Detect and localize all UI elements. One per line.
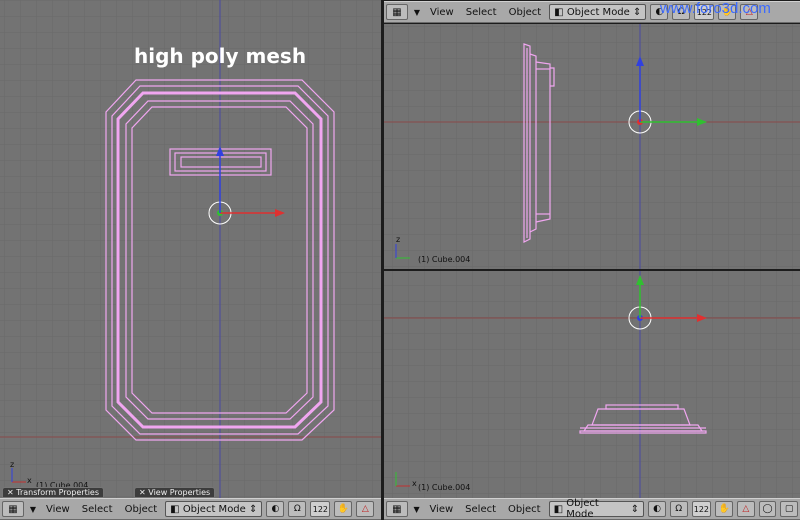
side-view-canvas [384,24,800,269]
menu-object[interactable]: Object [121,501,162,517]
view-properties-tab[interactable]: ✕ View Properties [134,487,216,498]
menu-object[interactable]: Object [504,501,545,517]
object-mode-icon: ◧ [553,503,567,515]
overlay-title: high poly mesh [134,44,307,68]
draw-type-icon[interactable]: ◐ [648,501,666,517]
square-icon[interactable]: ▢ [780,501,799,517]
mode-select[interactable]: ◧ Object Mode ⇕ [548,498,645,520]
manipulator-icon[interactable]: △ [356,501,375,517]
draw-type-icon[interactable]: ◐ [266,501,285,517]
mode-label: Object Mode [566,498,599,520]
grid-icon[interactable]: ▦ [386,501,408,517]
axis-z-label: z [396,235,401,244]
axis-x-label: x [412,479,417,488]
viewport-side[interactable]: z (1) Cube.004 [384,24,800,269]
menu-view[interactable]: View [426,4,458,20]
object-mode-icon: ◧ [554,6,567,18]
circle-icon[interactable]: ◯ [758,501,777,517]
viewport-top[interactable]: x (1) Cube.004 [384,271,800,498]
header-top: ▦ ▼ View Select Object ◧ Object Mode ⇕ ◐… [384,498,800,520]
updown-icon: ⇕ [627,503,640,515]
transform-properties-tab[interactable]: ✕ Transform Properties [2,487,105,498]
front-view-canvas [0,0,381,498]
hand-icon[interactable]: ✋ [334,501,353,517]
object-label-top: (1) Cube.004 [418,483,471,492]
panel-tabs: ✕ Transform Properties ✕ View Properties [2,487,217,498]
triangle-down-icon[interactable]: ▼ [412,4,422,20]
mode-label: Object Mode [566,6,630,18]
grid-icon[interactable]: ▦ [2,501,24,517]
axis-z-label: z [10,460,15,469]
menu-view[interactable]: View [425,501,457,517]
menu-view[interactable]: View [42,501,74,517]
hand-icon[interactable]: ✋ [715,501,733,517]
mode-select[interactable]: ◧ Object Mode ⇕ [165,501,263,517]
menu-object[interactable]: Object [505,4,546,20]
pivot-icon[interactable]: Ω [288,501,307,517]
viewport-front[interactable]: high poly mesh x z (1) Cube.004 ✕ Transf… [0,0,381,498]
view-tab-label: View Properties [148,488,211,497]
triangle-down-icon[interactable]: ▼ [28,501,38,517]
updown-icon: ⇕ [629,6,642,18]
close-icon: ✕ [7,488,17,497]
manipulator-icon[interactable]: △ [736,501,755,517]
watermark: www.foro3d.com [660,0,771,17]
layer-number-field[interactable]: 122 [310,501,331,517]
menu-select[interactable]: Select [461,501,500,517]
updown-icon: ⇕ [245,503,258,515]
menu-select[interactable]: Select [78,501,117,517]
object-label-side: (1) Cube.004 [418,255,471,264]
pivot-icon[interactable]: Ω [669,501,688,517]
top-view-canvas [384,271,800,498]
menu-select[interactable]: Select [462,4,501,20]
layer-number-field[interactable]: 122 [691,501,712,517]
header-front: ▦ ▼ View Select Object ◧ Object Mode ⇕ ◐… [0,498,381,520]
grid-icon[interactable]: ▦ [386,4,408,20]
close-icon: ✕ [139,488,149,497]
object-mode-icon: ◧ [170,503,183,515]
mode-label: Object Mode [182,503,246,515]
mode-select[interactable]: ◧ Object Mode ⇕ [549,4,647,20]
axis-x-label: x [27,476,32,485]
triangle-down-icon[interactable]: ▼ [412,501,422,517]
transform-tab-label: Transform Properties [16,488,100,497]
